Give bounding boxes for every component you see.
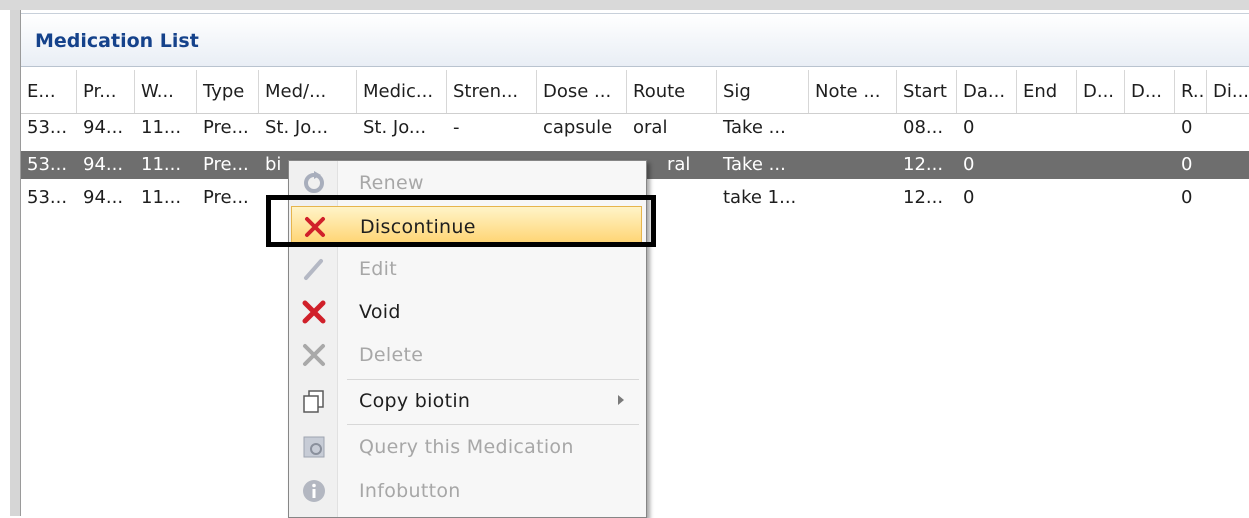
table-cell: 0 — [1181, 154, 1193, 175]
menu-item-query[interactable]: Query this Medication — [291, 427, 642, 467]
menu-item-label: Void — [359, 301, 401, 323]
column-header[interactable]: Note ... — [809, 70, 897, 113]
table-cell: St. Jo... — [265, 117, 329, 138]
menu-item-copy[interactable]: Copy biotin — [291, 381, 642, 421]
column-header[interactable]: Di... — [1207, 70, 1249, 113]
column-header[interactable]: Sig — [717, 70, 809, 113]
window-top-border — [0, 0, 1249, 10]
table-cell: 12... — [903, 187, 944, 208]
column-header[interactable]: E... — [21, 70, 77, 113]
table-cell: 94... — [83, 187, 124, 208]
panel-title-bar: Medication List — [21, 13, 1249, 67]
edit-pencil-icon — [301, 256, 327, 282]
table-cell: 0 — [963, 117, 975, 138]
menu-item-label: Query this Medication — [359, 436, 574, 458]
table-cell: 53... — [27, 154, 68, 175]
menu-item-label: Delete — [359, 344, 424, 366]
column-header[interactable]: W... — [135, 70, 197, 113]
delete-x-icon — [301, 342, 327, 368]
menu-item-void[interactable]: Void — [291, 292, 642, 332]
menu-separator — [347, 424, 639, 425]
renew-icon — [301, 170, 327, 196]
menu-item-delete[interactable]: Delete — [291, 335, 642, 375]
column-header[interactable]: Medic... — [357, 70, 447, 113]
menu-separator — [347, 379, 639, 380]
table-cell: 08... — [903, 117, 944, 138]
table-cell: 94... — [83, 154, 124, 175]
column-header[interactable]: Stren... — [447, 70, 537, 113]
column-header[interactable]: Med/... — [259, 70, 357, 113]
table-cell: 53... — [27, 187, 68, 208]
table-cell: Pre... — [203, 187, 249, 208]
table-cell: 11... — [141, 117, 182, 138]
void-x-icon — [301, 299, 327, 325]
info-icon — [301, 478, 327, 504]
table-cell: take 1... — [723, 187, 797, 208]
menu-item-label: Edit — [359, 258, 397, 280]
panel-title: Medication List — [35, 30, 199, 52]
table-cell: 0 — [1181, 117, 1193, 138]
table-cell: ral — [667, 154, 691, 175]
table-cell: capsule — [543, 117, 613, 138]
column-header[interactable]: Type — [197, 70, 259, 113]
column-header[interactable]: Route — [627, 70, 717, 113]
column-header[interactable]: D... — [1077, 70, 1125, 113]
column-header[interactable]: End — [1017, 70, 1077, 113]
query-icon — [301, 434, 327, 460]
table-cell: St. Jo... — [363, 117, 427, 138]
table-cell: Pre... — [203, 117, 249, 138]
table-cell: 12... — [903, 154, 944, 175]
highlight-callout-box — [266, 195, 656, 247]
column-header[interactable]: Start — [897, 70, 957, 113]
table-cell: oral — [633, 117, 668, 138]
table-cell: 11... — [141, 187, 182, 208]
column-header[interactable]: Da... — [957, 70, 1017, 113]
table-cell: 11... — [141, 154, 182, 175]
menu-item-edit[interactable]: Edit — [291, 249, 642, 289]
column-header-row: E... Pr... W... Type Med/... Medic... St… — [21, 70, 1249, 114]
table-cell: - — [453, 117, 460, 138]
window-left-border — [10, 10, 21, 516]
column-header[interactable]: Pr... — [77, 70, 135, 113]
table-cell: Take ... — [723, 117, 786, 138]
menu-item-label: Copy biotin — [359, 390, 471, 412]
table-row[interactable]: 53... 94... 11... Pre... St. Jo... St. J… — [21, 114, 1249, 142]
table-cell: Pre... — [203, 154, 249, 175]
table-cell: 0 — [963, 187, 975, 208]
table-cell: Take ... — [723, 154, 786, 175]
column-header[interactable]: D... — [1125, 70, 1175, 113]
menu-item-label: Infobutton — [359, 480, 461, 502]
menu-item-infobutton[interactable]: Infobutton — [291, 471, 642, 511]
submenu-arrow-icon — [618, 395, 624, 405]
column-header[interactable]: Dose ... — [537, 70, 627, 113]
table-cell: 94... — [83, 117, 124, 138]
copy-icon — [301, 388, 327, 414]
column-header[interactable]: R.. — [1175, 70, 1207, 113]
table-cell: 53... — [27, 117, 68, 138]
table-cell: 0 — [1181, 187, 1193, 208]
table-cell: 0 — [963, 154, 975, 175]
